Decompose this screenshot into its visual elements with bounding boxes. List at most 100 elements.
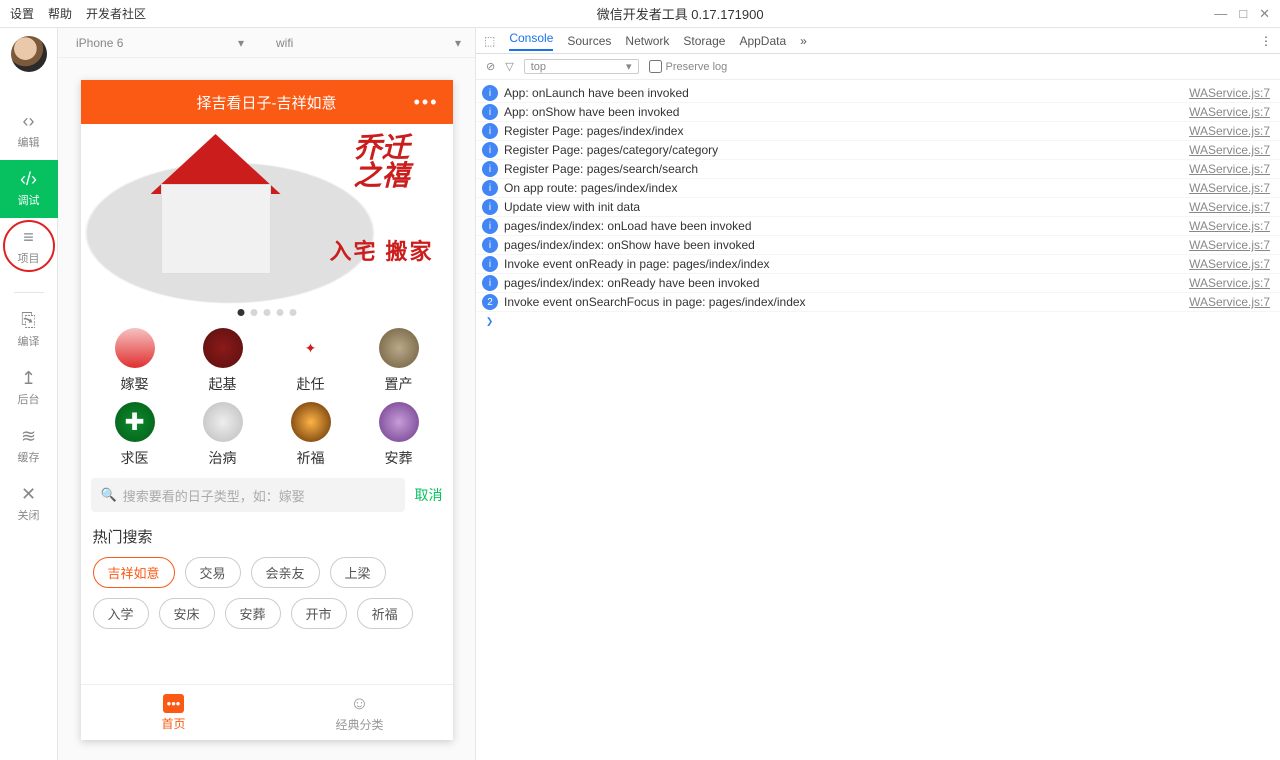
overflow-icon[interactable]: » — [800, 34, 807, 48]
chevron-down-icon: ▾ — [626, 60, 632, 73]
log-source-link[interactable]: WAService.js:7 — [1189, 238, 1270, 252]
hot-tag[interactable]: 吉祥如意 — [93, 557, 175, 588]
category-item[interactable]: ✦赴任 — [267, 328, 355, 394]
log-badge-icon: i — [482, 123, 498, 139]
hot-title: 热门搜索 — [93, 526, 441, 547]
banner[interactable]: 乔迁 之禧 入宅 搬家 — [81, 124, 453, 322]
category-item[interactable]: 嫁娶 — [91, 328, 179, 394]
log-source-link[interactable]: WAService.js:7 — [1189, 86, 1270, 100]
inspect-icon[interactable]: ⬚ — [484, 34, 495, 48]
tab-home[interactable]: •••首页 — [81, 685, 267, 740]
category-item[interactable]: 安葬 — [355, 402, 443, 468]
minimize-icon[interactable]: — — [1214, 6, 1227, 22]
log-row[interactable]: iRegister Page: pages/category/categoryW… — [476, 141, 1280, 160]
sidebar-project[interactable]: ≡项目 — [0, 218, 58, 276]
log-badge-icon: i — [482, 180, 498, 196]
hot-tag[interactable]: 祈福 — [357, 598, 413, 629]
log-row[interactable]: iUpdate view with init dataWAService.js:… — [476, 198, 1280, 217]
log-source-link[interactable]: WAService.js:7 — [1189, 200, 1270, 214]
log-message: Invoke event onSearchFocus in page: page… — [504, 295, 1189, 309]
sidebar-edit[interactable]: ‹›编辑 — [0, 102, 58, 160]
log-row[interactable]: iRegister Page: pages/index/indexWAServi… — [476, 122, 1280, 141]
tab-category[interactable]: ☺经典分类 — [267, 685, 453, 740]
network-select[interactable]: wifi▾ — [258, 36, 475, 50]
hot-tag[interactable]: 入学 — [93, 598, 149, 629]
console-prompt[interactable]: ❯ — [476, 312, 1280, 330]
hot-tag[interactable]: 会亲友 — [251, 557, 320, 588]
preserve-log[interactable]: Preserve log — [649, 60, 728, 73]
avatar[interactable] — [11, 36, 47, 72]
log-source-link[interactable]: WAService.js:7 — [1189, 143, 1270, 157]
log-row[interactable]: iOn app route: pages/index/indexWAServic… — [476, 179, 1280, 198]
hot-tags: 吉祥如意交易会亲友上梁入学安床安葬开市祈福 — [93, 557, 441, 629]
log-source-link[interactable]: WAService.js:7 — [1189, 295, 1270, 309]
category-item[interactable]: 祈福 — [267, 402, 355, 468]
category-label: 祈福 — [297, 448, 325, 468]
category-label: 安葬 — [385, 448, 413, 468]
log-row[interactable]: ipages/index/index: onReady have been in… — [476, 274, 1280, 293]
log-source-link[interactable]: WAService.js:7 — [1189, 219, 1270, 233]
menu-community[interactable]: 开发者社区 — [86, 5, 146, 22]
log-badge-icon: i — [482, 275, 498, 291]
menu-icon: ≡ — [23, 228, 34, 246]
tab-label: 首页 — [161, 715, 185, 732]
preserve-checkbox[interactable] — [649, 60, 662, 73]
clear-icon[interactable]: ⊘ — [486, 60, 495, 73]
log-source-link[interactable]: WAService.js:7 — [1189, 181, 1270, 195]
menu-help[interactable]: 帮助 — [48, 5, 72, 22]
tab-sources[interactable]: Sources — [567, 34, 611, 48]
sidebar-compile[interactable]: ⎘编译 — [0, 301, 58, 359]
log-row[interactable]: ipages/index/index: onShow have been inv… — [476, 236, 1280, 255]
console-log[interactable]: iApp: onLaunch have been invokedWAServic… — [476, 80, 1280, 760]
hot-tag[interactable]: 安床 — [159, 598, 215, 629]
log-row[interactable]: ipages/index/index: onLoad have been inv… — [476, 217, 1280, 236]
search-input[interactable]: 🔍搜索要看的日子类型，如：嫁娶 — [91, 478, 405, 512]
category-item[interactable]: 起基 — [179, 328, 267, 394]
log-row[interactable]: iRegister Page: pages/search/searchWASer… — [476, 160, 1280, 179]
search-placeholder: 搜索要看的日子类型，如：嫁娶 — [123, 486, 305, 505]
log-source-link[interactable]: WAService.js:7 — [1189, 257, 1270, 271]
hot-tag[interactable]: 开市 — [291, 598, 347, 629]
log-source-link[interactable]: WAService.js:7 — [1189, 124, 1270, 138]
more-icon[interactable]: ⋮ — [1260, 34, 1272, 48]
hot-search: 热门搜索 吉祥如意交易会亲友上梁入学安床安葬开市祈福 — [81, 520, 453, 635]
more-icon[interactable]: ••• — [414, 92, 439, 113]
log-row[interactable]: iInvoke event onReady in page: pages/ind… — [476, 255, 1280, 274]
menu-settings[interactable]: 设置 — [10, 5, 34, 22]
context-select[interactable]: top▾ — [524, 59, 639, 74]
hot-tag[interactable]: 上梁 — [330, 557, 386, 588]
carousel-pager[interactable] — [237, 309, 296, 316]
tab-appdata[interactable]: AppData — [739, 34, 786, 48]
sidebar-background[interactable]: ↥后台 — [0, 359, 58, 417]
log-source-link[interactable]: WAService.js:7 — [1189, 276, 1270, 290]
cancel-button[interactable]: 取消 — [415, 485, 443, 505]
close-icon[interactable]: ✕ — [1259, 6, 1270, 22]
log-row[interactable]: iApp: onShow have been invokedWAService.… — [476, 103, 1280, 122]
hot-tag[interactable]: 交易 — [185, 557, 241, 588]
sidebar-cache[interactable]: ≋缓存 — [0, 417, 58, 475]
maximize-icon[interactable]: □ — [1239, 6, 1247, 22]
log-source-link[interactable]: WAService.js:7 — [1189, 162, 1270, 176]
log-message: Register Page: pages/search/search — [504, 162, 1189, 176]
category-item[interactable]: 治病 — [179, 402, 267, 468]
tab-network[interactable]: Network — [625, 34, 669, 48]
log-badge-icon: 2 — [482, 294, 498, 310]
device-select[interactable]: iPhone 6▾ — [58, 36, 258, 50]
log-row[interactable]: 2 Invoke event onSearchFocus in page: pag… — [476, 293, 1280, 312]
devtools-tabs: ⬚ Console Sources Network Storage AppDat… — [476, 28, 1280, 54]
sidebar: ‹›编辑 ‹/›调试 ≡项目 ⎘编译 ↥后台 ≋缓存 ✕关闭 — [0, 28, 58, 760]
sidebar-debug[interactable]: ‹/›调试 — [0, 160, 58, 218]
tab-console[interactable]: Console — [509, 31, 553, 51]
log-source-link[interactable]: WAService.js:7 — [1189, 105, 1270, 119]
tab-storage[interactable]: Storage — [683, 34, 725, 48]
sidebar-close[interactable]: ✕关闭 — [0, 475, 58, 533]
category-label: 赴任 — [297, 374, 325, 394]
category-item[interactable]: 置产 — [355, 328, 443, 394]
log-message: App: onShow have been invoked — [504, 105, 1189, 119]
category-item[interactable]: ✚求医 — [91, 402, 179, 468]
filter-icon[interactable]: ▽ — [505, 60, 513, 73]
tab-bar: •••首页 ☺经典分类 — [81, 684, 453, 740]
hot-tag[interactable]: 安葬 — [225, 598, 281, 629]
log-badge-icon: i — [482, 237, 498, 253]
log-row[interactable]: iApp: onLaunch have been invokedWAServic… — [476, 84, 1280, 103]
